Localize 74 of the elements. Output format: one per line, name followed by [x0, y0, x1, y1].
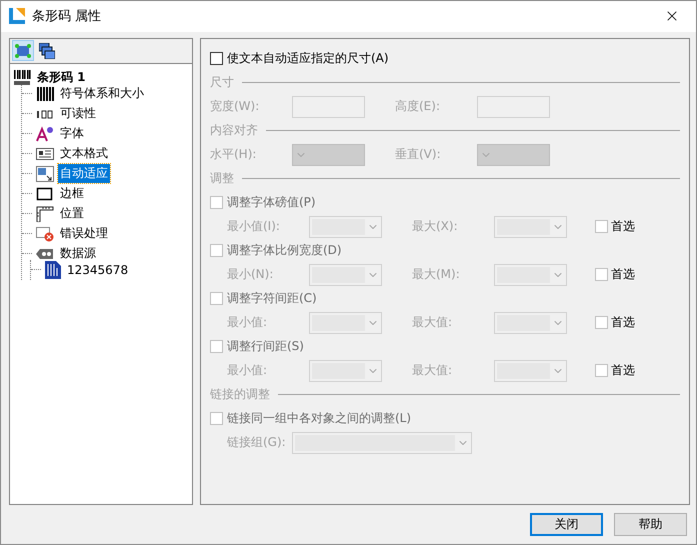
dropdown[interactable] — [477, 144, 550, 166]
barcode-icon — [36, 86, 54, 102]
field-label: 链接组(G): — [227, 434, 287, 452]
field-label: 最小(N): — [227, 266, 274, 284]
barcode-file-icon — [45, 260, 61, 279]
tree-item[interactable]: 字体 — [58, 124, 86, 144]
layers-tool-button[interactable] — [36, 40, 58, 62]
section-title: 调整 — [210, 170, 234, 188]
checkbox-label: 调整字符间距(C) — [227, 290, 317, 308]
dialog-button[interactable]: 帮助 — [614, 512, 687, 536]
field-label: 宽度(W): — [210, 98, 260, 116]
field-label: 最大(X): — [412, 218, 459, 236]
dropdown[interactable] — [309, 264, 382, 286]
border-icon — [36, 186, 54, 202]
text-format-icon — [36, 146, 54, 162]
dropdown[interactable] — [494, 360, 567, 382]
app-icon — [9, 8, 25, 24]
tree-item[interactable]: 可读性 — [58, 104, 98, 124]
ruler-icon — [36, 206, 54, 222]
field-label: 垂直(V): — [395, 146, 442, 164]
section-title: 链接的调整 — [210, 386, 270, 404]
error-icon — [36, 226, 54, 242]
checkbox[interactable] — [210, 340, 223, 354]
checkbox[interactable] — [595, 220, 608, 234]
checkbox[interactable] — [210, 244, 223, 258]
tree-item[interactable]: 位置 — [58, 204, 86, 224]
font-icon — [36, 126, 54, 142]
dropdown[interactable] — [292, 432, 472, 454]
dropdown[interactable] — [309, 312, 382, 334]
dropdown[interactable] — [494, 312, 567, 334]
shape-tool-button[interactable] — [12, 40, 34, 62]
tree-item[interactable]: 边框 — [58, 184, 86, 204]
checkbox-label: 调整字体磅值(P) — [227, 194, 316, 212]
window-title: 条形码 属性 — [32, 8, 102, 26]
checkbox[interactable] — [210, 196, 223, 210]
dropdown[interactable] — [494, 264, 567, 286]
field-label: 最大值: — [412, 362, 454, 380]
dropdown[interactable] — [292, 144, 365, 166]
checkbox[interactable] — [595, 268, 608, 282]
input-field[interactable] — [292, 96, 365, 118]
field-label: 最大(M): — [412, 266, 461, 284]
barcode-icon — [13, 70, 31, 86]
tree-item[interactable]: 错误处理 — [58, 224, 110, 244]
checkbox-label: 首选 — [611, 362, 635, 380]
input-field[interactable] — [477, 96, 550, 118]
checkbox-label: 调整行间距(S) — [227, 338, 304, 356]
checkbox[interactable] — [210, 292, 223, 306]
tree-item[interactable]: 数据源 — [58, 244, 98, 264]
checkbox-label: 调整字体比例宽度(D) — [227, 242, 342, 260]
dropdown[interactable] — [309, 360, 382, 382]
checkbox-label: 链接同一组中各对象之间的调整(L) — [227, 410, 412, 428]
checkbox-label: 使文本自动适应指定的尺寸(A) — [227, 50, 389, 68]
checkbox[interactable] — [210, 412, 223, 426]
checkbox[interactable] — [595, 316, 608, 330]
field-label: 最大值: — [412, 314, 454, 332]
resize-icon — [36, 166, 54, 182]
field-label: 最小值(I): — [227, 218, 281, 236]
field-label: 水平(H): — [210, 146, 258, 164]
dialog-button[interactable]: 关闭 — [530, 512, 603, 536]
tree-item[interactable]: 自动适应 — [58, 164, 110, 184]
dropdown[interactable] — [494, 216, 567, 238]
checkbox[interactable] — [595, 364, 608, 378]
tree-item[interactable]: 文本格式 — [58, 144, 110, 164]
tree-item[interactable]: 12345678 — [65, 262, 130, 278]
field-label: 高度(E): — [395, 98, 441, 116]
checkbox-label: 首选 — [611, 266, 635, 284]
checkbox-label: 首选 — [611, 218, 635, 236]
checkbox-label: 首选 — [611, 314, 635, 332]
section-title: 尺寸 — [210, 74, 234, 92]
field-label: 最小值: — [227, 314, 268, 332]
field-label: 最小值: — [227, 362, 268, 380]
dropdown[interactable] — [309, 216, 382, 238]
checkbox[interactable] — [210, 52, 223, 66]
section-title: 内容对齐 — [210, 122, 258, 140]
